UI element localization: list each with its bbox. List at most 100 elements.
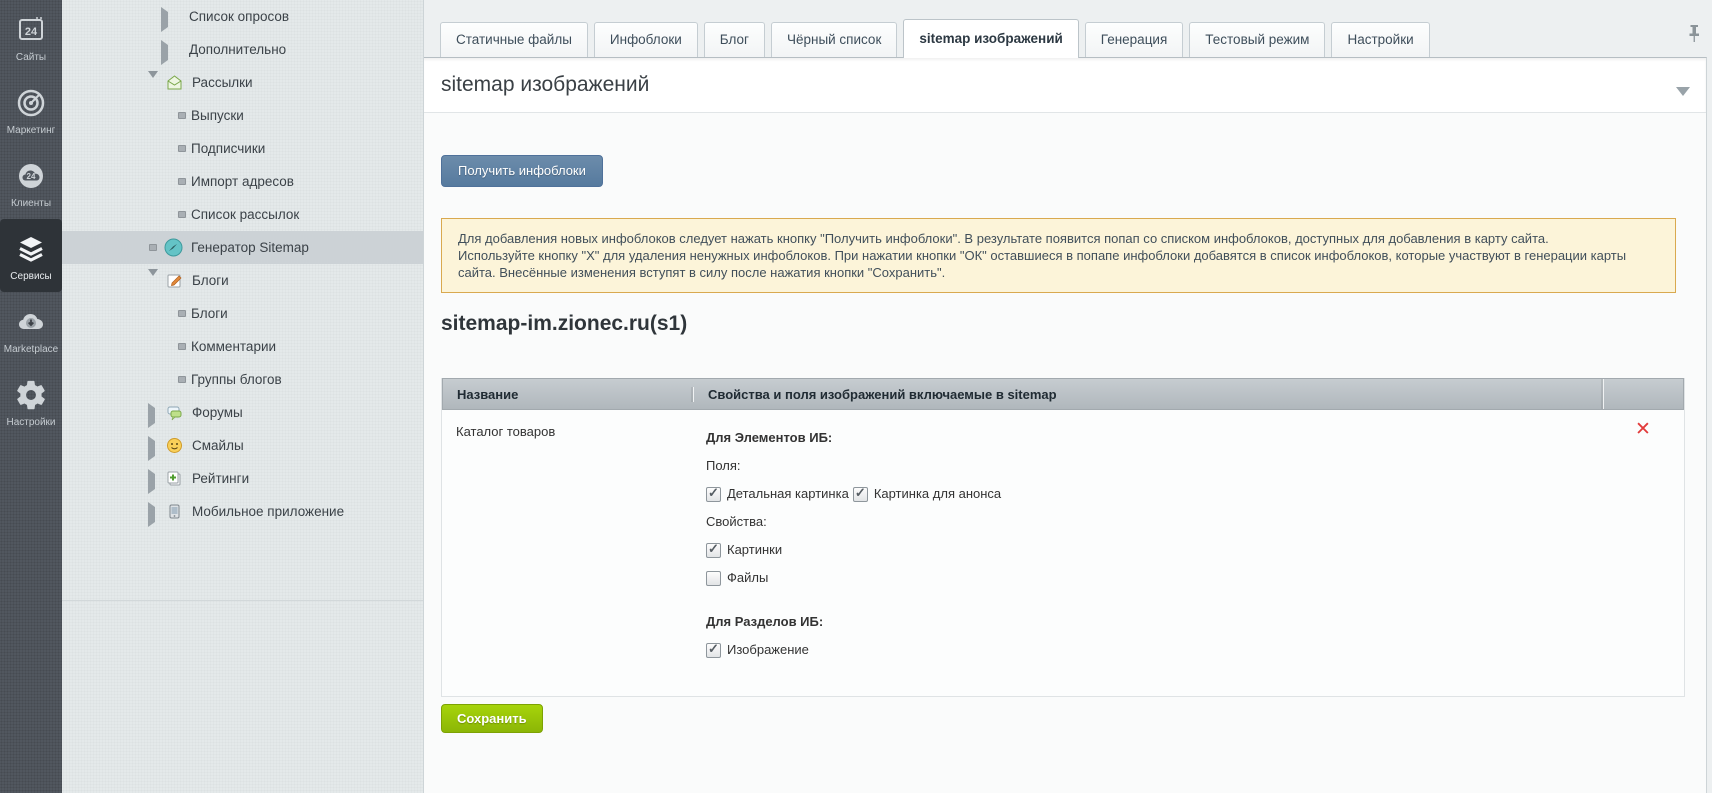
sidebar-item-blog-groups[interactable]: Группы блогов: [62, 363, 423, 396]
rail-item-marketing[interactable]: Маркетинг: [0, 73, 62, 146]
chevron-right-icon: [161, 40, 170, 65]
sidebar-item-label: Рассылки: [192, 75, 253, 90]
checkbox-checked-icon[interactable]: [852, 485, 868, 502]
checkbox-label[interactable]: Детальная картинка: [727, 486, 849, 502]
rail-item-label: Marketplace: [3, 344, 59, 355]
sidebar-item-label: Импорт адресов: [191, 174, 294, 189]
sidebar-item-blogs[interactable]: Блоги: [62, 297, 423, 330]
rail-item-label: Сайты: [15, 52, 47, 63]
row-actions: ✕: [1602, 410, 1684, 696]
table-header-name: Название: [457, 386, 519, 402]
checkbox-label[interactable]: Картинки: [727, 542, 782, 558]
sidebar-item-comments[interactable]: Комментарии: [62, 330, 423, 363]
sidebar-item-label: Рейтинги: [192, 471, 250, 486]
infoblock-name: Каталог товаров: [456, 424, 556, 439]
sidebar-item-polls[interactable]: Список опросов: [62, 0, 423, 33]
checkbox-label[interactable]: Картинка для анонса: [874, 486, 1001, 502]
table-header-row: Название Свойства и поля изображений вкл…: [442, 378, 1684, 410]
content-panel: sitemap изображений Получить инфоблоки Д…: [423, 57, 1707, 793]
svg-text:24: 24: [25, 26, 38, 38]
table-header-actions: [1603, 379, 1683, 409]
title-bar: sitemap изображений: [423, 58, 1706, 112]
tab-static-files[interactable]: Статичные файлы: [440, 22, 588, 57]
info-note: Для добавления новых инфоблоков следует …: [441, 218, 1676, 293]
info-note-line1: Для добавления новых инфоблоков следует …: [458, 231, 1549, 246]
save-button[interactable]: Сохранить: [441, 704, 543, 733]
services-layers-icon: [14, 232, 48, 266]
smiley-icon: [166, 437, 183, 454]
rail-item-clients[interactable]: 24 Клиенты: [0, 146, 62, 219]
sidebar-item-additional[interactable]: Дополнительно: [62, 33, 423, 66]
rating-plus-icon: [166, 470, 183, 487]
tab-blog[interactable]: Блог: [703, 22, 765, 57]
checkbox-unchecked-icon[interactable]: [706, 570, 721, 586]
sidebar-item-issues[interactable]: Выпуски: [62, 99, 423, 132]
props-label: Свойства:: [706, 514, 767, 529]
sidebar-item-label: Дополнительно: [189, 42, 287, 57]
sidebar-item-label: Подписчики: [191, 141, 266, 156]
sidebar-item-blogs-group[interactable]: Блоги: [62, 264, 423, 297]
sidebar-item-label: Форумы: [192, 405, 243, 420]
rail-item-settings[interactable]: Настройки: [0, 365, 62, 438]
bullet-icon: [149, 244, 157, 251]
checkbox-checked-icon[interactable]: [706, 541, 721, 558]
bullet-icon: [178, 178, 186, 185]
page-title: sitemap изображений: [441, 73, 650, 96]
sidebar-item-sitemap-generator[interactable]: Генератор Sitemap: [62, 231, 423, 264]
tab-sitemap-images[interactable]: sitemap изображений: [903, 19, 1079, 58]
checkbox-pictures[interactable]: Картинки: [706, 541, 1602, 558]
settings-gear-icon: [14, 378, 48, 412]
sidebar-item-label: Генератор Sitemap: [191, 240, 309, 255]
checkbox-files[interactable]: Файлы: [706, 570, 1602, 586]
sidebar-item-subscribers[interactable]: Подписчики: [62, 132, 423, 165]
blog-pencil-icon: [166, 272, 183, 289]
checkbox-label[interactable]: Файлы: [727, 570, 768, 586]
sidebar-item-address-import[interactable]: Импорт адресов: [62, 165, 423, 198]
sidebar-item-label: Блоги: [191, 306, 228, 321]
rail-item-sites[interactable]: 24 Сайты: [0, 0, 62, 73]
rail-item-marketplace[interactable]: Marketplace: [0, 292, 62, 365]
sidebar-item-mobile-app[interactable]: Мобильное приложение: [62, 495, 423, 528]
sidebar-item-smileys[interactable]: Смайлы: [62, 429, 423, 462]
checkbox-preview-picture[interactable]: Картинка для анонса: [852, 485, 1001, 502]
bullet-icon: [178, 145, 186, 152]
pin-icon[interactable]: [1686, 24, 1702, 44]
marketplace-cloud-download-icon: [14, 305, 48, 339]
elements-heading: Для Элементов ИБ:: [706, 430, 833, 445]
rail-item-services[interactable]: Сервисы: [0, 219, 62, 292]
checkbox-label[interactable]: Изображение: [727, 642, 809, 658]
tab-infoblocks[interactable]: Инфоблоки: [593, 22, 698, 57]
chevron-right-icon: [161, 7, 170, 32]
site-heading: sitemap-im.zionec.ru(s1): [441, 312, 688, 335]
sidebar-item-label: Выпуски: [191, 108, 244, 123]
checkbox-detail-picture[interactable]: Детальная картинка: [706, 485, 849, 502]
chevron-right-icon: [148, 436, 157, 461]
collapse-chevron-icon[interactable]: [1676, 87, 1690, 96]
sidebar-item-forums[interactable]: Форумы: [62, 396, 423, 429]
main-area: Статичные файлы Инфоблоки Блог Чёрный сп…: [423, 0, 1712, 793]
tab-settings[interactable]: Настройки: [1331, 22, 1430, 57]
sections-heading: Для Разделов ИБ:: [706, 614, 824, 629]
fields-label: Поля:: [706, 458, 741, 473]
left-rail: 24 Сайты Маркетинг 24 Клиенты Сервисы Ma…: [0, 0, 62, 793]
chevron-right-icon: [148, 502, 157, 527]
sidebar-item-label: Комментарии: [191, 339, 277, 354]
sidebar-item-label: Мобильное приложение: [192, 504, 345, 519]
sidebar-menu: Список опросов Дополнительно Рассылки Вы…: [62, 0, 424, 793]
get-infoblocks-button[interactable]: Получить инфоблоки: [441, 155, 603, 187]
sidebar-item-newsletters[interactable]: Рассылки: [62, 66, 423, 99]
bullet-icon: [178, 376, 186, 383]
checkbox-checked-icon[interactable]: [706, 641, 721, 658]
checkbox-checked-icon[interactable]: [706, 485, 721, 502]
infoblocks-table: Название Свойства и поля изображений вкл…: [441, 378, 1685, 697]
sidebar-item-label: Список рассылок: [191, 207, 300, 222]
sidebar-item-newsletter-list[interactable]: Список рассылок: [62, 198, 423, 231]
tab-test-mode[interactable]: Тестовый режим: [1189, 22, 1326, 57]
tab-generation[interactable]: Генерация: [1084, 22, 1184, 57]
tab-blacklist[interactable]: Чёрный список: [770, 22, 898, 57]
info-note-line2: Используйте кнопку "X" для удаления нену…: [458, 248, 1627, 280]
delete-row-icon[interactable]: ✕: [1635, 420, 1651, 439]
checkbox-image[interactable]: Изображение: [706, 641, 1602, 658]
sitemap-compass-icon: [164, 238, 183, 257]
sidebar-item-ratings[interactable]: Рейтинги: [62, 462, 423, 495]
